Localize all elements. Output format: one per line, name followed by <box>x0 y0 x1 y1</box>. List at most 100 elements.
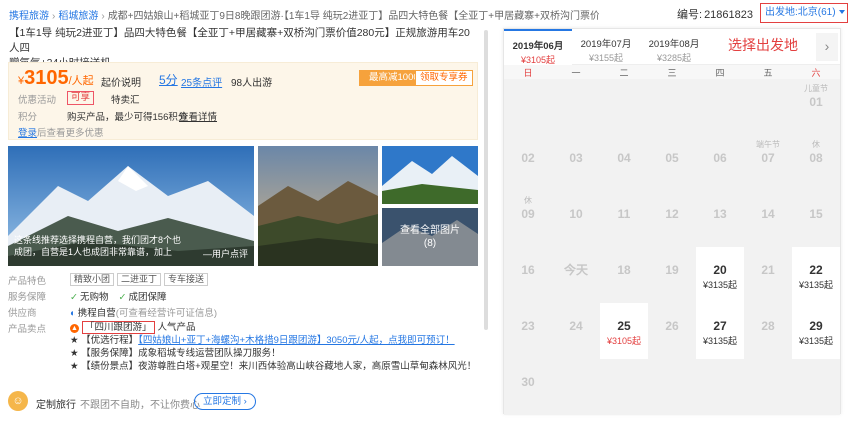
holiday-label <box>696 83 744 93</box>
calendar-day: 休 08 <box>792 135 840 191</box>
customize-now-button[interactable]: 立即定制 › <box>194 393 256 410</box>
view-all-photos-text: 查看全部图片 <box>400 225 460 236</box>
day-price: ¥3135起 <box>798 336 834 346</box>
weekday-label: 二 <box>619 68 629 78</box>
calendar-day <box>552 79 600 135</box>
weekday-label: 五 <box>763 68 773 78</box>
view-all-photos-tile[interactable]: 查看全部图片 (8) <box>382 208 478 266</box>
day-price: ¥3135起 <box>702 336 738 346</box>
holiday-label <box>552 307 600 317</box>
price-panel: ¥3105/人起 起价说明 5分 25条点评 98人出游 最高减1000 领取专… <box>8 62 478 140</box>
month-name: 2019年08月 <box>648 39 700 50</box>
day-number: 今天 <box>563 263 588 277</box>
day-number: 13 <box>713 207 727 221</box>
service-guarantee-label: 服务保障 <box>8 292 47 303</box>
service-guarantee-items: ✓ 无购物 ✓ 成团保障 <box>70 289 166 303</box>
valley-photo[interactable] <box>258 146 378 266</box>
breadcrumb-link-ctrip-travel[interactable]: 携程旅游 <box>9 11 49 22</box>
calendar-day <box>696 359 744 415</box>
weekday-label: 一 <box>571 68 581 78</box>
price-unit: /人起 <box>68 75 94 87</box>
month-tab[interactable]: 2019年07月 ¥3155起 <box>572 29 640 65</box>
calendar-day <box>552 359 600 415</box>
holiday-label <box>600 251 648 261</box>
gallery-caption: 这条线推荐选择携程自营，我们团才8个也成团，自营是1人也成团非常靠谱，加上 <box>14 235 182 257</box>
promo-text[interactable]: 特卖汇 <box>111 92 140 106</box>
price-explanation-link[interactable]: 起价说明 <box>101 74 141 89</box>
day-number: 08 <box>809 151 823 165</box>
month-tab[interactable]: 2019年06月 ¥3105起 <box>504 29 572 65</box>
holiday-label <box>696 251 744 261</box>
holiday-label <box>600 195 648 205</box>
day-number: 07 <box>761 151 775 165</box>
calendar-day: 26 <box>648 303 696 359</box>
feature-tag: 精致小团 <box>70 273 115 286</box>
calendar-day: 15 <box>792 191 840 247</box>
selling-points-label: 产品卖点 <box>8 324 47 335</box>
calendar-day <box>792 359 840 415</box>
holiday-label <box>600 139 648 149</box>
weekday-label: 三 <box>667 68 677 78</box>
selling-point-link[interactable]: 【四姑娘山+亚丁+海螺沟+木格措9日跟团游】3050元/人起，点我即可预订！ <box>138 335 454 346</box>
calendar-day-available[interactable]: 27 ¥3135起 <box>696 303 744 359</box>
product-features-tags: 精致小团 二进亚丁 专车接送 <box>70 273 211 286</box>
calendar-day: 休 09 <box>504 191 552 247</box>
month-tab[interactable]: 2019年08月 ¥3285起 <box>640 29 708 65</box>
photo-count: (8) <box>423 238 437 249</box>
selling-points-list: ▲ 「四川跟团游」 人气产品 ★ 【优选行程】【四姑娘山+亚丁+海螺沟+木格措9日跟… <box>70 321 476 373</box>
weekday-header: 日一二三四五六 <box>504 65 840 79</box>
promo-label: 优惠活动 <box>18 95 57 106</box>
selling-point-tag: 「四川跟团游」 <box>82 321 155 334</box>
calendar-day: 28 <box>744 303 792 359</box>
points-label: 积分 <box>18 112 38 123</box>
day-number: 15 <box>809 207 823 221</box>
calendar-day-available[interactable]: 25 ¥3105起 <box>600 303 648 359</box>
calendar-day: 10 <box>552 191 600 247</box>
calendar-day-available[interactable]: 29 ¥3135起 <box>792 303 840 359</box>
lake-photo[interactable] <box>382 146 478 204</box>
points-details-link[interactable]: 查看详情 <box>179 109 217 123</box>
day-number: 06 <box>713 151 727 165</box>
breadcrumb-current: 成都+四姑娘山+稻城亚丁9日8晚跟团游·【1车1导 纯玩2进亚丁】品四大特色餐【… <box>107 11 599 22</box>
day-number: 12 <box>665 207 679 221</box>
reviews-link[interactable]: 25条点评 <box>181 74 222 89</box>
person-icon: ☺ <box>8 391 28 411</box>
holiday-label: 儿童节 <box>804 84 828 93</box>
day-price: ¥3105起 <box>606 336 642 346</box>
breadcrumb-link-daocheng[interactable]: 稻城旅游 <box>58 11 98 22</box>
holiday-label <box>600 363 648 373</box>
departure-city-dropdown[interactable]: 出发地:北京(61) <box>760 3 848 23</box>
holiday-label <box>552 83 600 93</box>
departure-calendar: 2019年06月 ¥3105起 2019年07月 ¥3155起 2019年08月 ¥3… <box>503 28 841 415</box>
day-number: 10 <box>569 207 583 221</box>
holiday-label <box>744 195 792 205</box>
holiday-label <box>744 83 792 93</box>
calendar-day <box>600 359 648 415</box>
supplier-value: ◐ 携程自营(可查看经营许可证信息) <box>70 305 217 319</box>
holiday-label <box>504 307 552 317</box>
day-number: 19 <box>665 263 679 277</box>
supplier-license-link[interactable]: (可查看经营许可证信息) <box>116 308 217 319</box>
calendar-day-available[interactable]: 20 ¥3135起 <box>696 247 744 303</box>
holiday-label <box>600 83 648 93</box>
selling-point: ★ 【绩份景点】夜游尊胜白塔+观星空！来川西体验高山峡谷藏地人家，高原雪山草甸森… <box>70 361 477 372</box>
supplier-name: 携程自营 <box>77 308 116 319</box>
rating-score[interactable]: 5分 <box>159 71 178 88</box>
calendar-day-available[interactable]: 22 ¥3135起 <box>792 247 840 303</box>
check-circle-icon: ✓ <box>70 292 78 303</box>
scrollbar[interactable] <box>484 30 488 330</box>
next-month-button[interactable]: › <box>816 33 838 61</box>
claim-coupon-button[interactable]: 领取专享券 <box>415 70 473 86</box>
breadcrumb: 携程旅游 › 稻城旅游 › 成都+四姑娘山+稻城亚丁9日8晚跟团游·【1车1导 纯玩2进… <box>9 7 599 22</box>
chevron-down-icon <box>838 10 845 15</box>
calendar-day <box>648 79 696 135</box>
holiday-label <box>696 195 744 205</box>
calendar-day: 02 <box>504 135 552 191</box>
login-link[interactable]: 登录 <box>18 128 37 139</box>
calendar-day <box>744 359 792 415</box>
calendar-day: 03 <box>552 135 600 191</box>
main-photo[interactable]: 这条线推荐选择携程自营，我们团才8个也成团，自营是1人也成团非常靠谱，加上 —用… <box>8 146 254 266</box>
day-number: 23 <box>521 319 535 333</box>
day-price: ¥3135起 <box>702 280 738 290</box>
holiday-label <box>696 363 744 373</box>
